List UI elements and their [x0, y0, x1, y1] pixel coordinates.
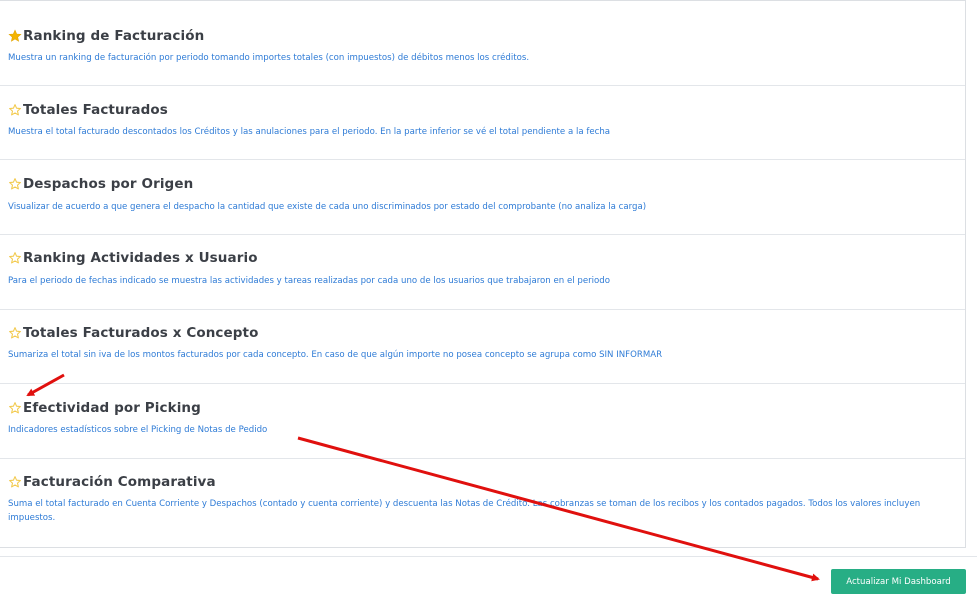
report-title: Despachos por Origen [23, 176, 194, 192]
star-outline-icon[interactable] [8, 251, 22, 265]
report-description: Para el periodo de fechas indicado se mu… [8, 276, 610, 286]
report-title: Ranking de Facturación [23, 28, 205, 44]
star-outline-icon[interactable] [8, 475, 22, 489]
report-description: Indicadores estadísticos sobre el Pickin… [8, 425, 268, 435]
update-dashboard-button[interactable]: Actualizar Mi Dashboard [831, 569, 966, 594]
report-title: Totales Facturados x Concepto [23, 325, 259, 341]
star-filled-icon[interactable] [8, 29, 22, 43]
report-item-totales-concepto[interactable]: Totales Facturados x Concepto Sumariza e… [0, 310, 965, 384]
report-title: Efectividad por Picking [23, 400, 201, 416]
footer-divider [0, 556, 977, 557]
star-outline-icon[interactable] [8, 326, 22, 340]
report-item-efectividad-picking[interactable]: Efectividad por Picking Indicadores esta… [0, 384, 965, 459]
report-item-ranking-facturacion[interactable]: Ranking de Facturación Muestra un rankin… [0, 11, 965, 86]
report-list: Ranking de Facturación Muestra un rankin… [0, 0, 966, 548]
report-title: Facturación Comparativa [23, 474, 216, 490]
report-title: Totales Facturados [23, 102, 168, 118]
report-title: Ranking Actividades x Usuario [23, 250, 258, 266]
report-description: Muestra un ranking de facturación por pe… [8, 53, 530, 63]
report-item-ranking-actividades[interactable]: Ranking Actividades x Usuario Para el pe… [0, 235, 965, 310]
report-description: Visualizar de acuerdo a que genera el de… [8, 202, 647, 212]
star-outline-icon[interactable] [8, 103, 22, 117]
report-description: Suma el total facturado en Cuenta Corrie… [8, 499, 921, 523]
report-item-facturacion-comparativa[interactable]: Facturación Comparativa Suma el total fa… [0, 459, 965, 548]
report-item-totales-facturados[interactable]: Totales Facturados Muestra el total fact… [0, 86, 965, 160]
report-item-despachos-origen[interactable]: Despachos por Origen Visualizar de acuer… [0, 160, 965, 235]
star-outline-icon[interactable] [8, 401, 22, 415]
report-description: Muestra el total facturado descontados l… [8, 127, 611, 137]
star-outline-icon[interactable] [8, 177, 22, 191]
report-description: Sumariza el total sin iva de los montos … [8, 350, 663, 360]
